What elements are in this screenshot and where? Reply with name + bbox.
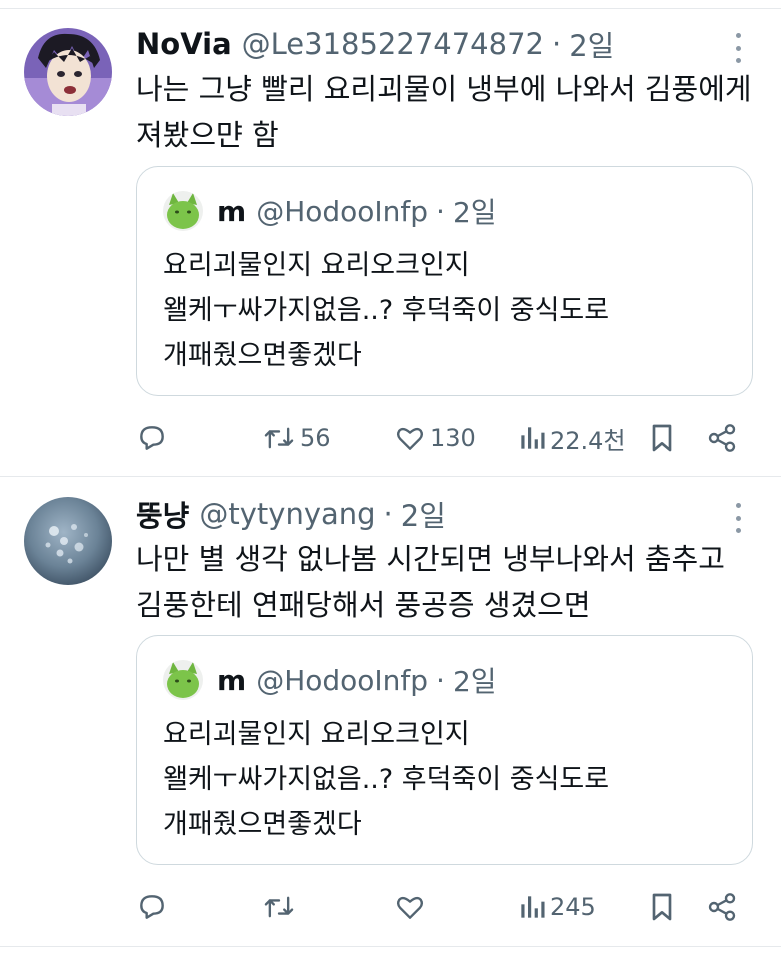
action-bar: 245 — [0, 887, 781, 927]
tweet[interactable]: 뚱냥 @tytynyang · 2일 나만 별 생각 없나봄 시간되면 냉부나와… — [0, 477, 781, 947]
views-button[interactable]: 245 — [518, 887, 596, 927]
bookmark-button[interactable] — [648, 418, 676, 458]
like-count: 130 — [430, 424, 476, 452]
quote-timestamp[interactable]: 2일 — [453, 191, 497, 231]
views-button[interactable]: 22.4천 — [518, 418, 626, 458]
heart-icon — [396, 427, 424, 450]
separator-dot: · — [552, 27, 562, 61]
timestamp[interactable]: 2일 — [401, 493, 446, 535]
quoted-tweet[interactable]: m @HodooInfp · 2일 요리괴물인지 요리오크인지 왤케ㅜ싸가지없음… — [136, 166, 753, 396]
like-button[interactable] — [394, 887, 430, 927]
retweet-count: 56 — [300, 424, 331, 452]
user-handle[interactable]: @Le3185227474872 — [242, 27, 544, 61]
reply-icon — [140, 426, 164, 450]
reply-button[interactable] — [136, 418, 172, 458]
quote-avatar[interactable] — [163, 660, 203, 700]
like-button[interactable]: 130 — [394, 418, 476, 458]
separator-dot: · — [383, 497, 393, 531]
quote-header: m @HodooInfp · 2일 — [163, 191, 497, 231]
share-icon — [708, 424, 736, 452]
quote-user-handle[interactable]: @HodooInfp — [256, 195, 428, 228]
separator-dot: · — [436, 194, 445, 228]
bookmark-button[interactable] — [648, 887, 676, 927]
retweet-icon — [264, 896, 294, 918]
quote-display-name[interactable]: m — [217, 195, 246, 228]
tweet-header: NoVia @Le3185227474872 · 2일 — [136, 24, 614, 64]
reply-button[interactable] — [136, 887, 172, 927]
retweet-button[interactable] — [262, 887, 300, 927]
bottom-divider — [0, 946, 781, 947]
retweet-button[interactable]: 56 — [262, 418, 331, 458]
quote-timestamp[interactable]: 2일 — [453, 660, 497, 700]
quote-text: 요리괴물인지 요리오크인지 왤케ㅜ싸가지없음..? 후덕죽이 중식도로 개패줬으… — [163, 719, 610, 840]
avatar[interactable] — [24, 28, 112, 116]
views-chart-icon — [521, 896, 545, 918]
view-count: 22.4천 — [550, 426, 626, 455]
reply-icon — [140, 895, 164, 919]
quote-text: 요리괴물인지 요리오크인지 왤케ㅜ싸가지없음..? 후덕죽이 중식도로 개패줬으… — [163, 250, 610, 371]
separator-dot: · — [436, 663, 445, 697]
quote-header: m @HodooInfp · 2일 — [163, 660, 497, 700]
quote-avatar[interactable] — [163, 191, 203, 231]
display-name[interactable]: 뚱냥 — [136, 493, 189, 535]
tweet[interactable]: NoVia @Le3185227474872 · 2일 나는 그냥 빨리 요리괴… — [0, 0, 781, 476]
view-count: 245 — [550, 893, 596, 921]
bookmark-icon — [652, 893, 672, 921]
more-dots-icon[interactable] — [730, 503, 746, 533]
views-chart-icon — [521, 427, 545, 449]
share-button[interactable] — [706, 887, 738, 927]
quoted-tweet[interactable]: m @HodooInfp · 2일 요리괴물인지 요리오크인지 왤케ㅜ싸가지없음… — [136, 635, 753, 865]
tweet-header: 뚱냥 @tytynyang · 2일 — [136, 494, 446, 534]
quote-user-handle[interactable]: @HodooInfp — [256, 664, 428, 697]
avatar[interactable] — [24, 497, 112, 585]
timestamp[interactable]: 2일 — [569, 23, 614, 65]
more-dots-icon[interactable] — [730, 33, 746, 63]
quote-display-name[interactable]: m — [217, 664, 246, 697]
retweet-icon — [264, 427, 294, 449]
share-button[interactable] — [706, 418, 738, 458]
tweet-text: 나는 그냥 빨리 요리괴물이 냉부에 나와서 김풍에게 져봤으먄 함 — [136, 72, 752, 152]
tweet-text: 나만 별 생각 없나봄 시간되면 냉부나와서 춤추고 김풍한테 연패당해서 풍공… — [136, 542, 725, 622]
action-bar: 56 130 22.4천 — [0, 418, 781, 458]
user-handle[interactable]: @tytynyang — [199, 497, 375, 531]
share-icon — [708, 893, 736, 921]
display-name[interactable]: NoVia — [136, 27, 232, 61]
bookmark-icon — [652, 424, 672, 452]
heart-icon — [396, 896, 424, 919]
